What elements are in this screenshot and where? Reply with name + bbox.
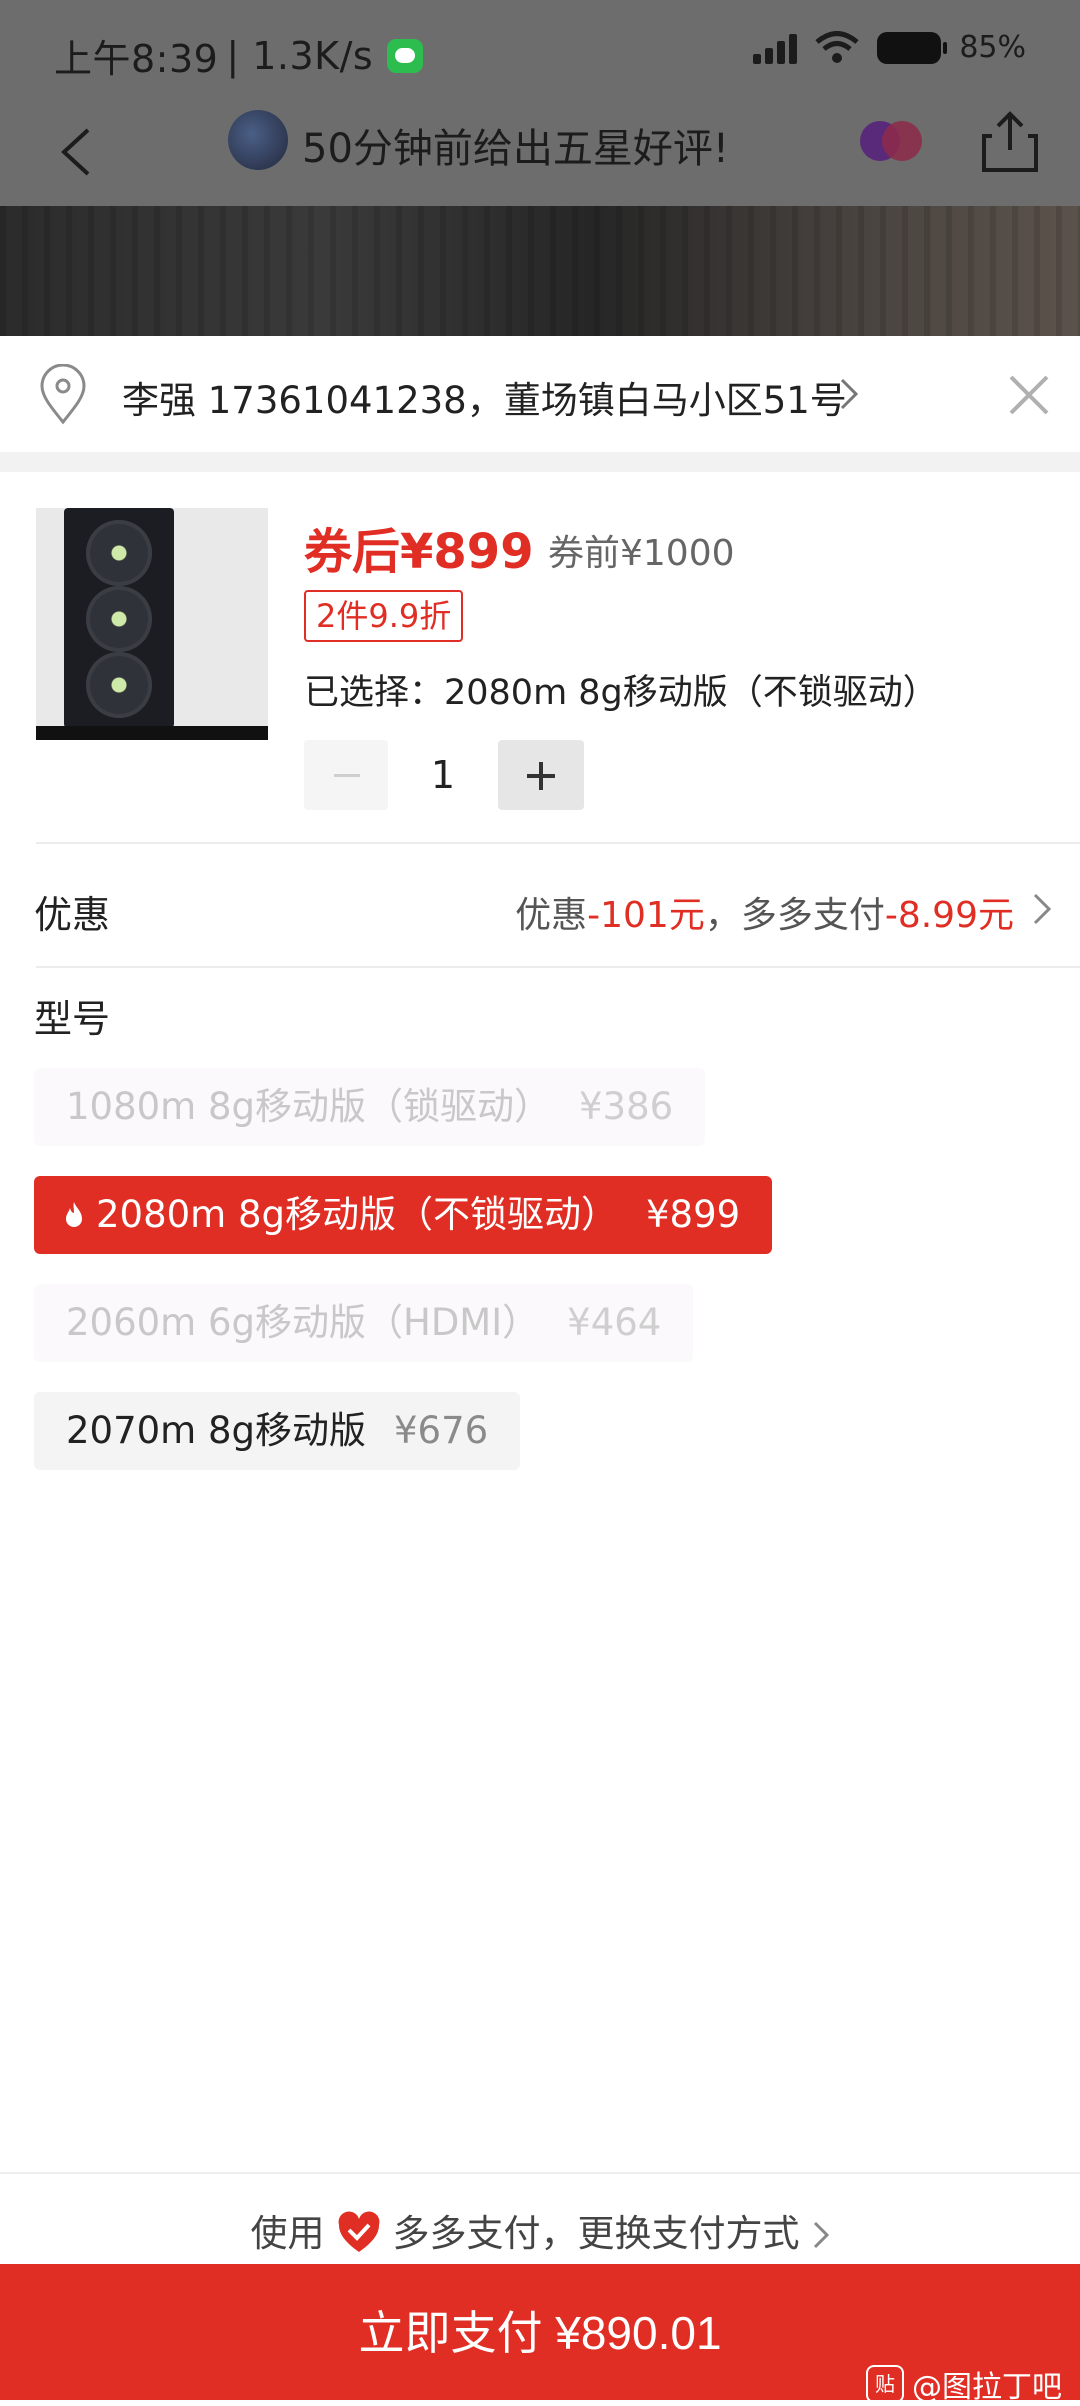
price-before-coupon: 券前¥1000 xyxy=(548,533,735,574)
address-text: 李强 17361041238，董场镇白马小区51号 xyxy=(122,379,847,422)
promotion-middle: ，多多支付 xyxy=(704,895,885,936)
model-price: ¥899 xyxy=(646,1193,741,1236)
network-speed: | 1.3K/s xyxy=(226,33,374,78)
status-left: 上午8:39 | 1.3K/s xyxy=(54,28,424,83)
fan-icon xyxy=(86,652,152,718)
product-thumbnail[interactable] xyxy=(36,508,268,740)
model-price: ¥676 xyxy=(394,1409,489,1452)
battery-icon xyxy=(877,31,948,64)
thumbnail-base xyxy=(36,726,268,740)
model-option-1080m[interactable]: 1080m 8g移动版（锁驱动） ¥386 xyxy=(34,1068,706,1146)
chevron-left-icon[interactable] xyxy=(50,122,110,182)
close-icon[interactable] xyxy=(1008,374,1050,416)
selected-variant: 已选择：2080m 8g移动版（不锁驱动） xyxy=(304,673,938,713)
pay-method-text: 多多支付，更换支付方式 xyxy=(392,2212,800,2255)
status-time: 上午8:39 xyxy=(54,37,219,81)
fire-icon xyxy=(66,1202,82,1227)
chevron-right-icon xyxy=(813,2221,829,2249)
divider xyxy=(0,2172,1080,2174)
promotion-details[interactable]: 优惠-101元，多多支付-8.99元 xyxy=(515,886,1014,938)
pay-use-label: 使用 xyxy=(250,2212,325,2255)
model-price: ¥464 xyxy=(567,1301,662,1344)
message-icon xyxy=(387,38,424,73)
promotion-discount: -101元 xyxy=(587,895,705,936)
model-option-2070m[interactable]: 2070m 8g移动版 ¥676 xyxy=(34,1392,521,1470)
model-name: 2060m 6g移动版（HDMI） xyxy=(66,1301,540,1344)
watermark: 贴 @图拉丁吧 xyxy=(866,2362,1062,2406)
promotion-label: 优惠 xyxy=(34,893,111,937)
model-option-2060m[interactable]: 2060m 6g移动版（HDMI） ¥464 xyxy=(34,1284,694,1362)
model-name: 2080m 8g移动版（不锁驱动） xyxy=(96,1193,618,1236)
pay-discount: -8.99元 xyxy=(884,895,1014,936)
chevron-right-icon xyxy=(840,378,859,410)
avatar xyxy=(228,110,288,170)
location-pin-icon xyxy=(40,364,86,425)
discount-tag: 2件9.9折 xyxy=(304,590,464,642)
divider xyxy=(36,842,1080,844)
price-after-coupon: 券后¥899 xyxy=(304,524,534,580)
wifi-icon xyxy=(815,30,859,63)
status-bar: 上午8:39 | 1.3K/s 85% xyxy=(0,0,1080,104)
fan-icon xyxy=(86,586,152,652)
heart-badge-icon xyxy=(338,2211,379,2252)
signal-icon xyxy=(753,32,798,64)
model-name: 2070m 8g移动版 xyxy=(66,1409,366,1452)
tieba-logo-icon: 贴 xyxy=(866,2365,904,2403)
model-label: 型号 xyxy=(34,997,111,1041)
fan-icon xyxy=(86,520,152,586)
product-photo-background xyxy=(0,206,1080,336)
decrease-quantity-button[interactable] xyxy=(304,740,388,810)
chevron-right-icon[interactable] xyxy=(1032,892,1052,926)
section-divider xyxy=(0,452,1080,472)
quantity-value[interactable]: 1 xyxy=(388,740,498,810)
payment-method-row[interactable]: 使用 多多支付，更换支付方式 xyxy=(0,2194,1080,2274)
model-name: 1080m 8g移动版（锁驱动） xyxy=(66,1085,551,1128)
address-row[interactable]: 李强 17361041238，董场镇白马小区51号 xyxy=(0,336,1080,452)
sku-selector-sheet: 李强 17361041238，董场镇白马小区51号 券后¥899 券前¥1000… xyxy=(0,336,1080,2405)
gpu-image xyxy=(64,508,174,728)
status-right: 85% xyxy=(753,30,1026,65)
model-price: ¥386 xyxy=(579,1085,674,1128)
card-logo-icon[interactable] xyxy=(856,118,926,164)
share-icon[interactable] xyxy=(980,110,1040,174)
battery-level: 85% xyxy=(959,30,1026,65)
increase-quantity-button[interactable] xyxy=(498,740,584,810)
divider xyxy=(36,966,1080,968)
promotion-prefix: 优惠 xyxy=(515,895,588,936)
watermark-text: @图拉丁吧 xyxy=(912,2370,1062,2405)
page-title: 50分钟前给出五星好评! xyxy=(302,126,729,172)
model-option-2080m[interactable]: 2080m 8g移动版（不锁驱动） ¥899 xyxy=(34,1176,773,1254)
